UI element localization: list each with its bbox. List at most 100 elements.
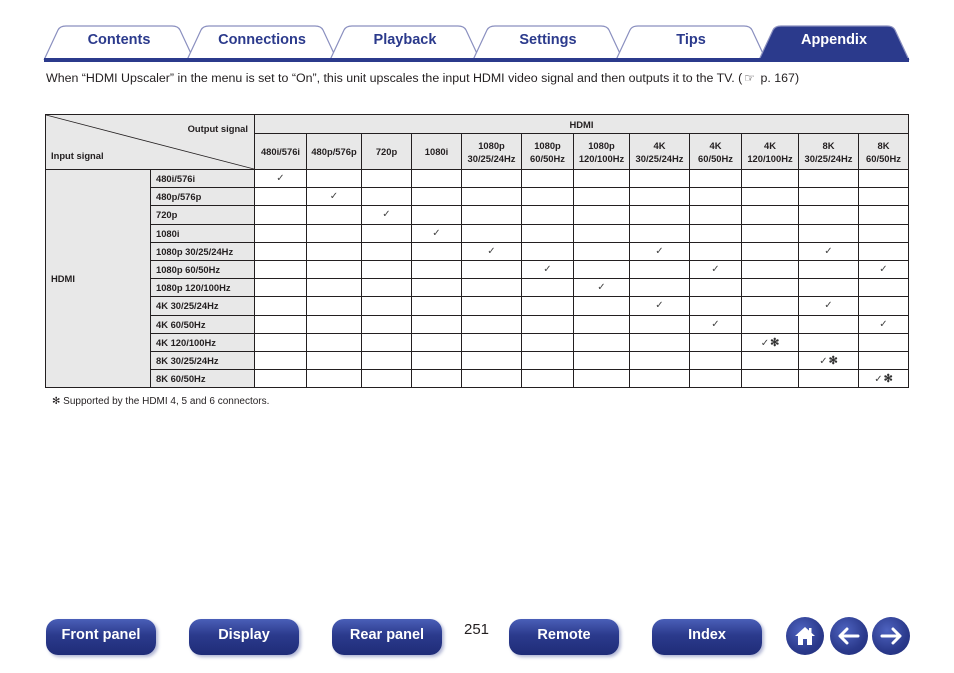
tab-tips[interactable]: Tips — [615, 24, 767, 61]
column-header: 720p — [361, 133, 412, 170]
table-cell — [521, 223, 574, 243]
table-cell — [411, 241, 462, 261]
table-cell — [306, 350, 362, 371]
table-cell: ✓ — [306, 187, 362, 207]
table-cell — [361, 369, 412, 389]
column-header-line2: 30/25/24Hz — [635, 152, 684, 164]
front-panel-button[interactable]: Front panel — [46, 619, 156, 655]
table-cell — [254, 314, 307, 334]
table-cell — [254, 241, 307, 261]
table-cell — [573, 241, 630, 261]
table-cell — [411, 187, 462, 207]
display-label: Display — [218, 627, 270, 643]
table-row: 1080p 30/25/24Hz ✓ ✓ ✓ — [46, 241, 909, 261]
table-cell: ✓ — [361, 205, 412, 225]
table-cell — [629, 205, 690, 225]
tab-connections[interactable]: Connections — [186, 24, 338, 61]
table-cell — [254, 369, 307, 389]
table-cell — [573, 168, 630, 189]
column-header: 8K 60/50Hz — [858, 133, 909, 170]
table-cell — [798, 278, 859, 298]
table-cell — [411, 278, 462, 298]
tab-settings[interactable]: Settings — [472, 24, 624, 61]
table-cell — [741, 241, 799, 261]
table-cell — [689, 296, 742, 316]
row-label: 4K 30/25/24Hz — [150, 296, 255, 316]
column-header-line1: 4K — [653, 139, 666, 151]
table-cell — [573, 205, 630, 225]
tab-playback[interactable]: Playback — [329, 24, 481, 61]
table-cell — [689, 241, 742, 261]
row-label: 480i/576i — [150, 168, 255, 189]
table-cell — [254, 187, 307, 207]
checkmark-icon: ✓ — [329, 191, 339, 203]
home-button[interactable] — [786, 617, 824, 655]
table-cell — [858, 332, 909, 352]
table-row: 4K 120/100Hz ✓✻ — [46, 332, 909, 352]
front-panel-label: Front panel — [61, 627, 141, 643]
table-cell — [741, 259, 799, 280]
checkmark-icon: ✓ — [711, 318, 720, 330]
table-cell — [254, 332, 307, 352]
table-row: 480p/576p ✓ — [46, 187, 909, 207]
display-button[interactable]: Display — [189, 619, 299, 655]
forward-arrow-icon — [880, 627, 902, 645]
table-cell — [689, 278, 742, 298]
page-reference-link[interactable]: p. 167) — [757, 71, 799, 85]
table-cell — [306, 278, 362, 298]
tab-label: Tips — [676, 32, 706, 48]
table-row: 4K 60/50Hz ✓ ✓ — [46, 314, 909, 334]
table-cell — [461, 223, 522, 243]
table-cell — [858, 205, 909, 225]
column-header-line2: 60/50Hz — [530, 152, 565, 164]
table-cell: ✓ — [858, 259, 909, 280]
row-label: 720p — [150, 205, 255, 225]
rear-panel-button[interactable]: Rear panel — [332, 619, 442, 655]
table-cell — [629, 259, 690, 280]
table-row: 1080p 60/50Hz ✓ ✓ ✓ — [46, 259, 909, 280]
checkmark-icon: ✓ — [543, 264, 552, 276]
table-cell — [741, 187, 799, 207]
table-cell — [741, 314, 799, 334]
table-row: 720p ✓ — [46, 205, 909, 225]
back-button[interactable] — [830, 617, 868, 655]
table-cell — [573, 259, 630, 280]
remote-button[interactable]: Remote — [509, 619, 619, 655]
column-header-line1: 720p — [375, 146, 398, 157]
intro-sentence: When “HDMI Upscaler” in the menu is set … — [46, 71, 743, 85]
table-cell — [573, 350, 630, 371]
table-cell — [629, 369, 690, 389]
checkmark-icon: ✓ — [760, 337, 770, 349]
column-header: 4K 30/25/24Hz — [629, 133, 690, 170]
table-cell: ✓✻ — [741, 332, 799, 352]
checkmark-icon: ✓ — [879, 264, 888, 276]
column-header-line2: 120/100Hz — [578, 152, 625, 164]
tab-appendix[interactable]: Appendix — [758, 24, 910, 61]
table-cell — [461, 350, 522, 371]
column-header-line2: 60/50Hz — [866, 152, 901, 164]
table-cell — [306, 332, 362, 352]
table-cell — [629, 168, 690, 189]
checkmark-icon: ✓ — [597, 282, 606, 294]
row-label: 4K 60/50Hz — [150, 314, 255, 334]
tab-bar-underline — [44, 58, 909, 62]
table-cell: ✓ — [798, 296, 859, 316]
table-row: 8K 60/50Hz ✓✻ — [46, 369, 909, 389]
tab-contents[interactable]: Contents — [43, 24, 195, 61]
table-cell — [858, 187, 909, 207]
table-cell — [689, 205, 742, 225]
column-header: 1080p 60/50Hz — [521, 133, 574, 170]
remote-label: Remote — [537, 627, 591, 643]
row-label: 1080i — [150, 223, 255, 243]
table-cell: ✓ — [858, 314, 909, 334]
forward-button[interactable] — [872, 617, 910, 655]
table-cell — [521, 369, 574, 389]
table-cell — [521, 241, 574, 261]
index-button[interactable]: Index — [652, 619, 762, 655]
table-cell — [858, 278, 909, 298]
table-cell — [361, 259, 412, 280]
table-cell — [798, 205, 859, 225]
table-cell — [306, 314, 362, 334]
checkmark-icon: ✓ — [819, 355, 828, 367]
output-signal-label: Output signal — [187, 123, 248, 134]
